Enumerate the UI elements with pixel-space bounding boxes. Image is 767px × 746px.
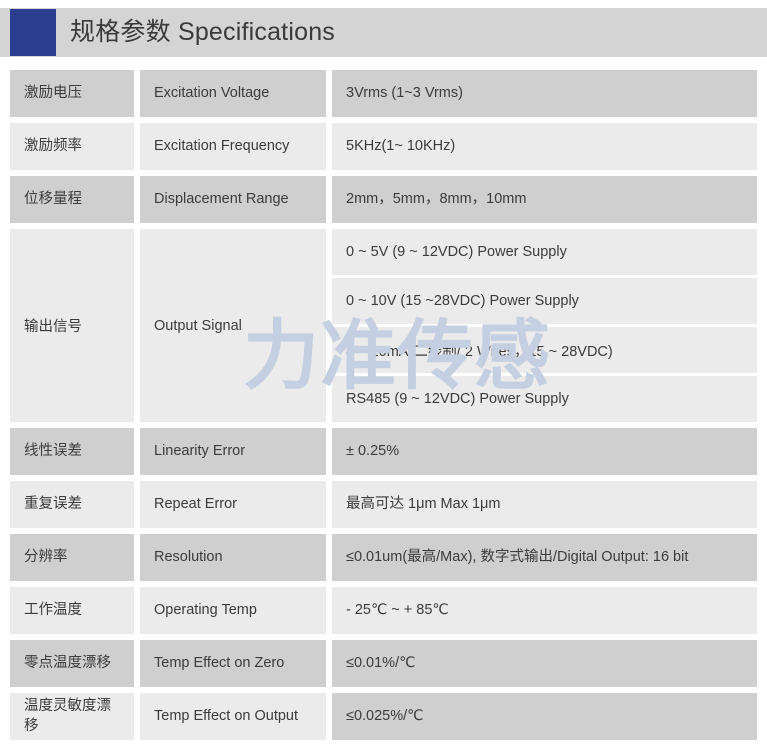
row-label-en: Excitation Frequency [140,123,326,170]
row-label-en: Resolution [140,534,326,581]
page-title: 规格参数 Specifications [70,18,335,46]
row-value: 3Vrms (1~3 Vrms) [332,70,757,117]
row-label-cn: 重复误差 [10,481,134,528]
blue-square-marker-icon [10,9,56,56]
row-value: - 25℃ ~ + 85℃ [332,587,757,634]
row-label-en: Excitation Voltage [140,70,326,117]
row-label-cn: 线性误差 [10,428,134,475]
output-signal-value-item: 4 ~ 20mA(二线制/ 2 Wires，15 ~ 28VDC) [332,327,757,373]
table-row: 零点温度漂移 Temp Effect on Zero ≤0.01%/℃ [10,640,757,687]
table-row: 激励电压 Excitation Voltage 3Vrms (1~3 Vrms) [10,70,757,117]
row-label-en: Operating Temp [140,587,326,634]
row-value: 2mm，5mm，8mm，10mm [332,176,757,223]
row-label-en: Temp Effect on Output [140,693,326,740]
row-label-cn: 分辨率 [10,534,134,581]
table-row: 线性误差 Linearity Error ± 0.25% [10,428,757,475]
output-signal-value-item: 0 ~ 5V (9 ~ 12VDC) Power Supply [332,229,757,275]
row-value: ± 0.25% [332,428,757,475]
row-value: 5KHz(1~ 10KHz) [332,123,757,170]
table-row: 重复误差 Repeat Error 最高可达 1μm Max 1μm [10,481,757,528]
output-signal-value-item: RS485 (9 ~ 12VDC) Power Supply [332,376,757,422]
row-label-cn: 激励电压 [10,70,134,117]
row-label-cn: 输出信号 [10,229,134,422]
row-label-cn: 温度灵敏度漂移 [10,693,134,740]
row-label-cn: 激励频率 [10,123,134,170]
row-label-en: Output Signal [140,229,326,422]
specifications-table: 激励电压 Excitation Voltage 3Vrms (1~3 Vrms)… [10,70,757,746]
row-label-en: Repeat Error [140,481,326,528]
row-label-en: Linearity Error [140,428,326,475]
row-label-en: Temp Effect on Zero [140,640,326,687]
row-label-cn: 零点温度漂移 [10,640,134,687]
row-label-en: Displacement Range [140,176,326,223]
row-value: 最高可达 1μm Max 1μm [332,481,757,528]
row-label-cn: 工作温度 [10,587,134,634]
row-value: ≤0.01%/℃ [332,640,757,687]
output-signal-value-item: 0 ~ 10V (15 ~28VDC) Power Supply [332,278,757,324]
output-signal-value-list: 0 ~ 5V (9 ~ 12VDC) Power Supply 0 ~ 10V … [332,229,757,422]
page-header: 规格参数 Specifications [0,8,767,57]
table-row: 工作温度 Operating Temp - 25℃ ~ + 85℃ [10,587,757,634]
table-row: 激励频率 Excitation Frequency 5KHz(1~ 10KHz) [10,123,757,170]
table-row: 位移量程 Displacement Range 2mm，5mm，8mm，10mm [10,176,757,223]
table-row: 分辨率 Resolution ≤0.01um(最高/Max), 数字式输出/Di… [10,534,757,581]
row-value: ≤0.01um(最高/Max), 数字式输出/Digital Output: 1… [332,534,757,581]
table-row: 温度灵敏度漂移 Temp Effect on Output ≤0.025%/℃ [10,693,757,740]
table-row-output-signal: 输出信号 Output Signal 0 ~ 5V (9 ~ 12VDC) Po… [10,229,757,422]
row-value: ≤0.025%/℃ [332,693,757,740]
row-label-cn: 位移量程 [10,176,134,223]
